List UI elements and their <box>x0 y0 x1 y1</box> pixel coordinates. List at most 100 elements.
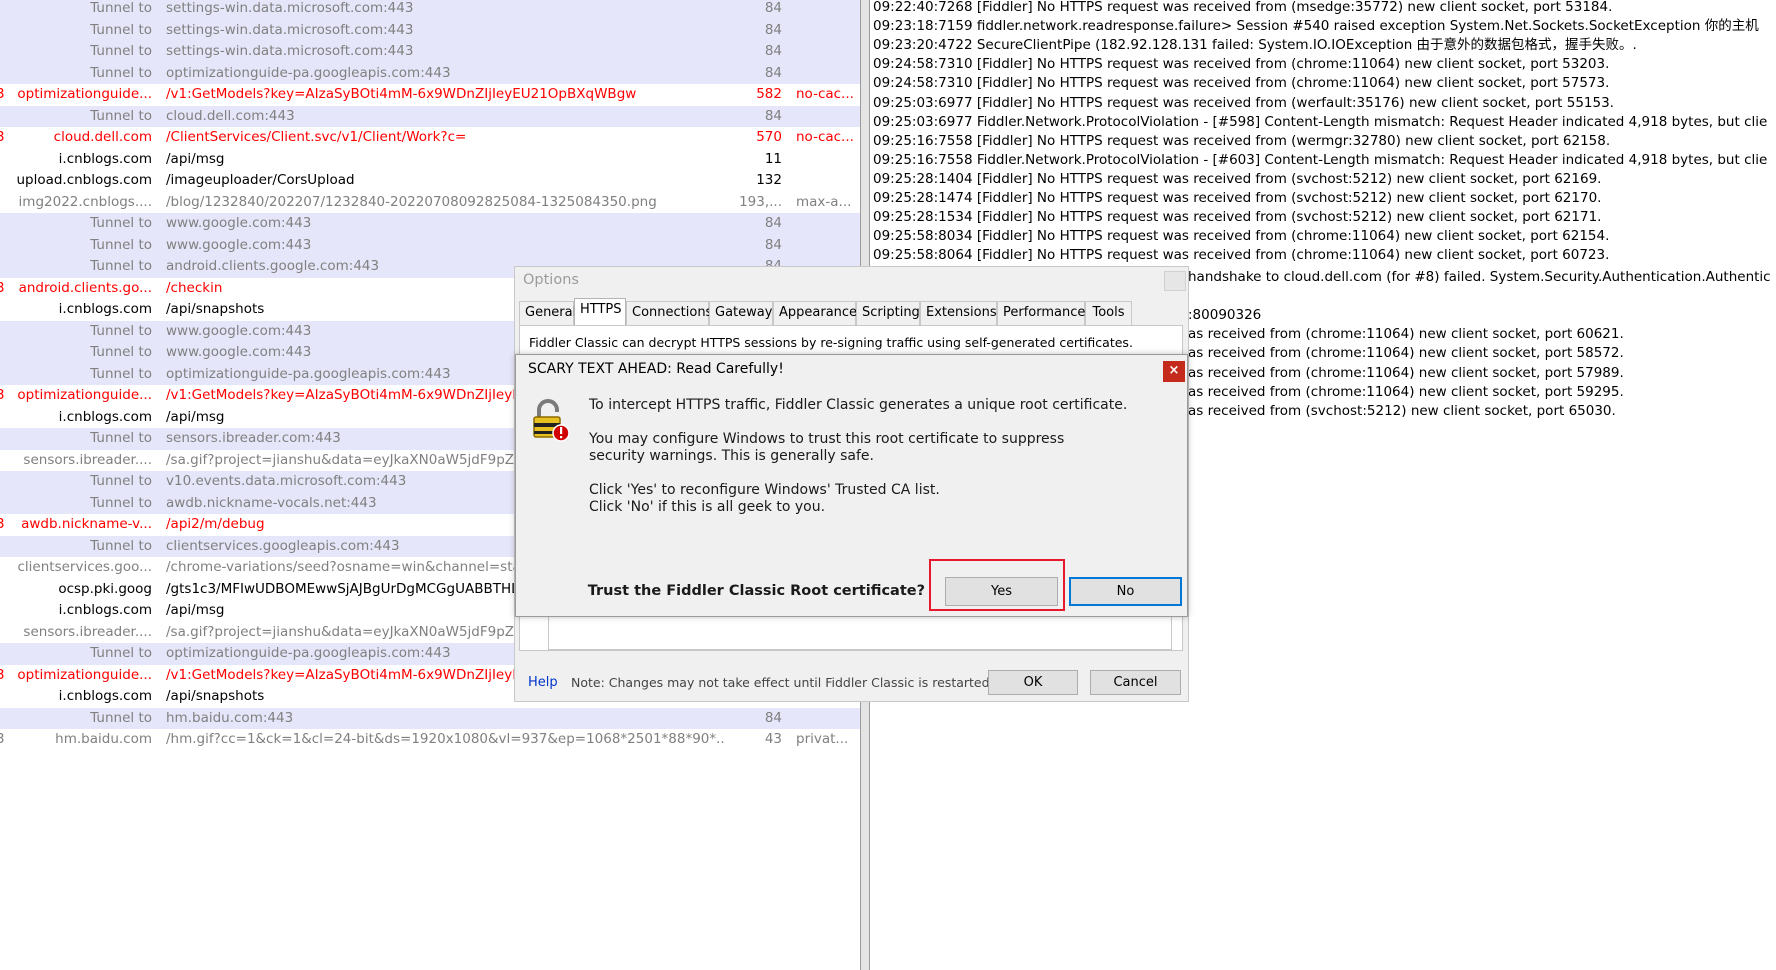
session-url: www.google.com:443 <box>166 215 312 231</box>
session-url: /hm.gif?cc=1&ck=1&cl=24-bit&ds=1920x1080… <box>166 731 726 747</box>
session-row[interactable]: Tunnel to www.google.com:443 84 <box>0 213 860 235</box>
tab-tools[interactable]: Tools <box>1085 301 1132 325</box>
log-line: 09:25:28:1534 [Fiddler] No HTTPS request… <box>873 209 1602 226</box>
session-body-size: 84 <box>764 709 782 726</box>
log-line: 09:25:03:6977 [Fiddler] No HTTPS request… <box>873 94 1614 111</box>
tab-appearance[interactable]: Appearance <box>773 301 857 325</box>
options-title: Options <box>523 272 579 288</box>
options-close-button[interactable] <box>1164 271 1186 291</box>
session-host: Tunnel to <box>90 21 152 38</box>
session-url: /blog/1232840/202207/1232840-20220708092… <box>166 193 657 210</box>
restart-note: Note: Changes may not take effect until … <box>571 675 994 690</box>
log-line: 09:22:40:7268 [Fiddler] No HTTPS request… <box>873 0 1613 15</box>
session-url: hm.baidu.com:443 <box>166 709 294 726</box>
session-host: Tunnel to <box>90 344 152 360</box>
session-body-size: 84 <box>764 0 782 16</box>
session-host: sensors.ibreader.... <box>23 451 152 468</box>
session-host: Tunnel to <box>90 365 152 382</box>
session-host: Tunnel to <box>90 43 152 59</box>
log-line: 09:23:20:4722 SecureClientPipe (182.92.1… <box>873 37 1637 54</box>
https-description: Fiddler Classic can decrypt HTTPS sessio… <box>529 335 1133 350</box>
session-body-size: 84 <box>764 21 782 38</box>
session-host: i.cnblogs.com <box>58 408 152 425</box>
session-host: Tunnel to <box>90 215 152 231</box>
log-line: handshake to cloud.dell.com (for #8) fai… <box>1188 269 1771 285</box>
session-row[interactable]: Tunnel to settings-win.data.microsoft.com… <box>0 41 860 63</box>
dialog-close-button[interactable]: × <box>1163 361 1185 382</box>
tab-general[interactable]: General <box>519 301 576 325</box>
ok-button[interactable]: OK <box>988 670 1078 695</box>
session-host: hm.baidu.com <box>55 731 152 747</box>
session-host: Tunnel to <box>90 537 152 554</box>
no-button[interactable]: No <box>1069 577 1182 606</box>
session-row[interactable]: Tunnel to optimizationguide-pa.googleapis… <box>0 62 860 84</box>
session-host: upload.cnblogs.com <box>16 172 152 188</box>
cancel-button[interactable]: Cancel <box>1090 670 1181 695</box>
session-host: img2022.cnblogs.... <box>18 193 152 210</box>
session-body-size: 582 <box>756 86 782 102</box>
session-host: cloud.dell.com <box>53 129 152 145</box>
trust-certificate-dialog: SCARY TEXT AHEAD: Read Carefully! × To i… <box>515 354 1188 617</box>
session-caching: no-cac... <box>796 86 854 102</box>
session-row[interactable]: 3 hm.baidu.com/hm.gif?cc=1&ck=1&cl=24-bit… <box>0 729 860 751</box>
session-url: settings-win.data.microsoft.com:443 <box>166 21 414 38</box>
session-host: Tunnel to <box>90 64 152 81</box>
session-body-size: 43 <box>764 731 782 747</box>
session-row[interactable]: Tunnel to hm.baidu.com:443 84 <box>0 707 860 729</box>
help-link[interactable]: Help <box>528 675 558 690</box>
log-line: 09:25:28:1474 [Fiddler] No HTTPS request… <box>873 190 1602 206</box>
session-row[interactable]: Tunnel to settings-win.data.microsoft.com… <box>0 0 860 20</box>
dialog-title: SCARY TEXT AHEAD: Read Carefully! <box>528 361 784 377</box>
session-host: sensors.ibreader.... <box>23 623 152 640</box>
session-body-size: 84 <box>764 107 782 124</box>
session-row[interactable]: upload.cnblogs.com/imageuploader/CorsUpl… <box>0 170 860 192</box>
tab-https[interactable]: HTTPS <box>574 298 626 325</box>
session-url: /ClientServices/Client.svc/v1/Client/Wor… <box>166 129 467 145</box>
options-textbox <box>548 614 1172 650</box>
session-url: settings-win.data.microsoft.com:443 <box>166 43 414 59</box>
session-row[interactable]: 3 optimizationguide.../v1:GetModels?key=A… <box>0 84 860 106</box>
session-caching: no-cac... <box>796 129 854 145</box>
session-row[interactable]: Tunnel to www.google.com:443 84 <box>0 234 860 256</box>
tab-connections[interactable]: Connections <box>626 301 712 325</box>
tab-performance[interactable]: Performance <box>997 301 1085 325</box>
yes-button-highlight <box>929 559 1065 611</box>
session-host: Tunnel to <box>90 473 152 489</box>
tab-scripting[interactable]: Scripting <box>856 301 920 325</box>
session-host: Tunnel to <box>90 494 152 511</box>
session-host: Tunnel to <box>90 107 152 124</box>
session-row[interactable]: img2022.cnblogs.... /blog/1232840/202207/… <box>0 192 860 214</box>
log-line: 09:25:58:8034 [Fiddler] No HTTPS request… <box>873 228 1610 245</box>
session-host: Tunnel to <box>90 258 152 274</box>
tab-gateway[interactable]: Gateway <box>709 301 773 325</box>
log-line: as received from (chrome:11064) new clie… <box>1188 345 1624 362</box>
log-line: as received from (chrome:11064) new clie… <box>1188 364 1624 381</box>
session-body-size: 84 <box>764 236 782 253</box>
session-host: Tunnel to <box>90 0 152 16</box>
session-body-size: 11 <box>764 150 782 167</box>
session-host: Tunnel to <box>90 236 152 253</box>
session-host: optimizationguide... <box>17 387 152 403</box>
dialog-text-line: Click 'Yes' to reconfigure Windows' Trus… <box>589 482 940 498</box>
session-body-size: 84 <box>764 43 782 59</box>
session-row[interactable]: Tunnel to settings-win.data.microsoft.com… <box>0 19 860 41</box>
session-row[interactable]: Tunnel to cloud.dell.com:443 84 <box>0 105 860 127</box>
log-line: 09:25:28:1404 [Fiddler] No HTTPS request… <box>873 170 1602 187</box>
session-host: Tunnel to <box>90 430 152 446</box>
session-host: Tunnel to <box>90 709 152 726</box>
session-body-size: 132 <box>756 172 782 188</box>
session-host: Tunnel to <box>90 645 152 661</box>
session-row[interactable]: i.cnblogs.com/api/msg 11 <box>0 149 860 171</box>
session-row[interactable]: 3 cloud.dell.com/ClientServices/Client.sv… <box>0 127 860 149</box>
session-url: /api/msg <box>166 150 225 167</box>
log-line: as received from (chrome:11064) new clie… <box>1188 383 1624 400</box>
tab-extensions[interactable]: Extensions <box>920 301 997 325</box>
session-caching: max-a... <box>796 193 852 210</box>
session-url: /imageuploader/CorsUpload <box>166 172 355 188</box>
dialog-text-line: Click 'No' if this is all geek to you. <box>589 499 826 515</box>
log-line: 09:24:58:7310 [Fiddler] No HTTPS request… <box>873 56 1610 73</box>
log-line: as received from (svchost:5212) new clie… <box>1188 402 1616 419</box>
session-url: optimizationguide-pa.googleapis.com:443 <box>166 64 451 81</box>
log-line: 09:23:18:7159 fiddler.network.readrespon… <box>873 18 1759 35</box>
trust-question: Trust the Fiddler Classic Root certifica… <box>587 583 925 599</box>
